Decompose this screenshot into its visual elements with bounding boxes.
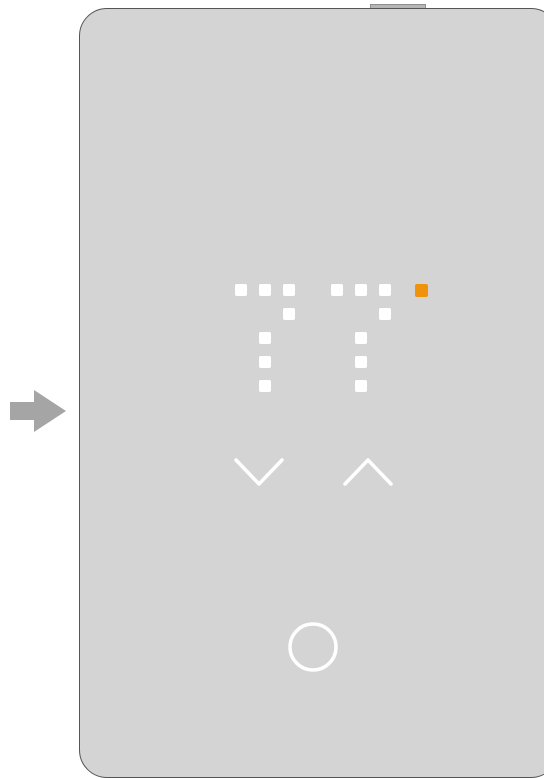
arrow-right-icon (10, 390, 66, 432)
chevron-down-icon[interactable] (232, 455, 286, 489)
circle-icon[interactable] (286, 620, 340, 674)
chevron-up-icon[interactable] (341, 455, 395, 489)
